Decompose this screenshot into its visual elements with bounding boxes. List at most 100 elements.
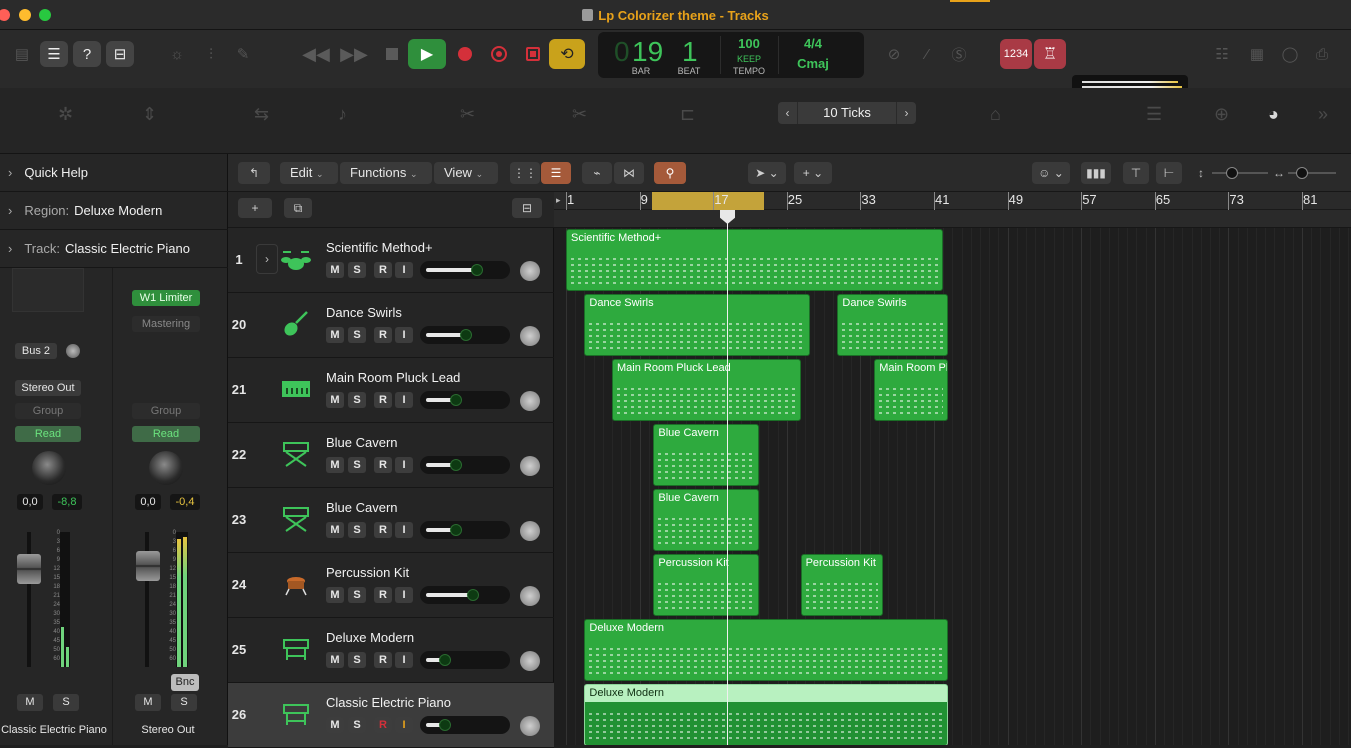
view-menu[interactable]: View ⌄ xyxy=(434,162,498,184)
volume-slider[interactable] xyxy=(420,261,510,279)
lcd-key[interactable]: Cmaj xyxy=(788,56,838,71)
notepad-icon[interactable]: ▦ xyxy=(1243,41,1271,67)
strip1-group[interactable]: Group xyxy=(15,403,81,419)
metronome-icon[interactable]: ♖ xyxy=(1034,39,1066,69)
strip1-pan-knob[interactable] xyxy=(32,451,66,485)
record-enable-button[interactable]: R xyxy=(374,457,392,473)
quick-help-row[interactable]: › Quick Help xyxy=(0,154,228,192)
midi-region[interactable]: Percussion Kit xyxy=(800,554,884,616)
electric-piano-icon[interactable] xyxy=(280,699,312,729)
track-name[interactable]: Scientific Method+ xyxy=(326,240,433,255)
input-monitor-button[interactable]: I xyxy=(395,717,413,733)
track-name[interactable]: Percussion Kit xyxy=(326,565,409,580)
region-row[interactable]: › Region: Deluxe Modern xyxy=(0,192,228,230)
functions-menu[interactable]: Functions ⌄ xyxy=(340,162,432,184)
solo-button[interactable]: S xyxy=(348,457,366,473)
strip1-fader[interactable] xyxy=(17,554,41,584)
track-header-row[interactable]: 26 Classic Electric Piano M S R I xyxy=(228,683,554,748)
input-monitor-button[interactable]: I xyxy=(395,392,413,408)
grid-icon[interactable]: ☰ xyxy=(1146,104,1162,125)
pan-knob[interactable] xyxy=(520,716,540,736)
solo-button[interactable]: S xyxy=(348,327,366,343)
keyboard-stand-icon[interactable] xyxy=(280,439,312,469)
strip1-solo-button[interactable]: S xyxy=(53,694,79,711)
pan-knob[interactable] xyxy=(520,586,540,606)
track-name[interactable]: Main Room Pluck Lead xyxy=(326,370,460,385)
track-name[interactable]: Deluxe Modern xyxy=(326,630,414,645)
track-stack-disclosure-icon[interactable]: › xyxy=(256,244,278,274)
track-header-row[interactable]: 22 Blue Cavern M S R I xyxy=(228,423,554,488)
midi-region[interactable]: Main Room Pl xyxy=(874,359,948,421)
volume-slider[interactable] xyxy=(420,521,510,539)
record-enable-button[interactable]: R xyxy=(374,522,392,538)
volume-slider[interactable] xyxy=(420,716,510,734)
eq-thumbnail[interactable] xyxy=(12,268,84,312)
input-monitor-button[interactable]: I xyxy=(395,652,413,668)
horizontal-fit-icon[interactable]: ⊢ xyxy=(1156,162,1182,184)
track-name[interactable]: Classic Electric Piano xyxy=(326,695,451,710)
snap-selector[interactable]: ‹ 10 Ticks › xyxy=(778,102,916,124)
strip2-mastering-slot[interactable]: Mastering xyxy=(132,316,200,332)
strip2-pan-knob[interactable] xyxy=(149,451,183,485)
fast-forward-icon[interactable]: ▶▶ xyxy=(340,41,368,67)
snap-cross-icon[interactable]: ⚲ xyxy=(654,162,686,184)
library-icon[interactable]: ▤ xyxy=(8,41,36,67)
punch-button[interactable] xyxy=(519,41,547,67)
cycle-button[interactable]: ⟲ xyxy=(549,39,585,69)
arrange-area[interactable]: ▸ 1 9 17 25 33 41 49 57 65 73 81 Scientific Method… xyxy=(554,192,1351,745)
midi-region[interactable]: Percussion Kit xyxy=(653,554,760,616)
edit-menu[interactable]: Edit ⌄ xyxy=(280,162,338,184)
track-header-row[interactable]: 1 › Scientific Method+ M S R I xyxy=(228,228,554,293)
duplicate-track-icon[interactable]: ⧉ xyxy=(284,198,312,218)
volume-slider[interactable] xyxy=(420,456,510,474)
record-enable-button[interactable]: R xyxy=(374,717,392,733)
input-monitor-button[interactable]: I xyxy=(395,522,413,538)
pan-knob[interactable] xyxy=(520,261,540,281)
volume-slider[interactable] xyxy=(420,326,510,344)
track-name[interactable]: Blue Cavern xyxy=(326,435,398,450)
track-name[interactable]: Dance Swirls xyxy=(326,305,402,320)
midi-region[interactable]: Deluxe Modern xyxy=(584,684,948,745)
strip2-group[interactable]: Group xyxy=(132,403,200,419)
zoom-icon[interactable]: ⊕ xyxy=(1214,104,1229,125)
guitar-icon[interactable] xyxy=(280,309,312,339)
input-monitor-button[interactable]: I xyxy=(395,457,413,473)
keyboard-stand-icon[interactable] xyxy=(280,504,312,534)
mute-button[interactable]: M xyxy=(326,652,344,668)
toolbar-toggle-icon[interactable]: ⊟ xyxy=(106,41,134,67)
browsers-icon[interactable]: ⎙ xyxy=(1308,41,1336,67)
bar-ruler[interactable]: ▸ 1 9 17 25 33 41 49 57 65 73 81 xyxy=(554,192,1351,228)
join-icon[interactable]: ⊏ xyxy=(680,104,695,125)
strip2-mute-button[interactable]: M xyxy=(135,694,161,711)
record-enable-button[interactable]: R xyxy=(374,262,392,278)
midi-region[interactable]: Blue Cavern xyxy=(653,424,760,486)
vertical-fit-icon[interactable]: ⊤ xyxy=(1123,162,1149,184)
strip1-automation-mode[interactable]: Read xyxy=(15,426,81,442)
inspector-toggle-icon[interactable]: ☰ xyxy=(40,41,68,67)
mixer-icon[interactable]: ⫶ xyxy=(197,41,225,67)
track-header-row[interactable]: 21 Main Room Pluck Lead M S R I xyxy=(228,358,554,423)
lcd-display[interactable]: 0 19 1 BAR BEAT 100 KEEP TEMPO 4/4 Cmaj xyxy=(598,32,864,78)
input-monitor-button[interactable]: I xyxy=(395,262,413,278)
strip2-solo-button[interactable]: S xyxy=(171,694,197,711)
volume-slider[interactable] xyxy=(420,651,510,669)
count-in-button[interactable]: 1234 xyxy=(1000,39,1032,69)
horizontal-zoom-slider[interactable] xyxy=(1288,167,1336,179)
strip2-plugin-slot[interactable]: W1 Limiter xyxy=(132,290,200,306)
solo-button[interactable]: S xyxy=(348,522,366,538)
replace-record-button[interactable] xyxy=(485,41,513,67)
quick-help-icon[interactable]: ? xyxy=(73,41,101,67)
pointer-tool-icon[interactable]: ➤ ⌄ xyxy=(748,162,786,184)
solo-button[interactable]: S xyxy=(348,652,366,668)
pan-knob[interactable] xyxy=(520,326,540,346)
solo-button[interactable]: S xyxy=(348,392,366,408)
solo-button[interactable]: S xyxy=(348,717,366,733)
mute-button[interactable]: M xyxy=(326,392,344,408)
split-icon[interactable]: ✂ xyxy=(460,104,475,125)
strip1-output[interactable]: Stereo Out xyxy=(15,380,81,396)
add-track-icon[interactable]: + xyxy=(238,198,272,218)
stop-button[interactable] xyxy=(378,41,406,67)
flex-icon[interactable]: ⌂ xyxy=(990,104,1001,125)
waveform-zoom-icon[interactable]: ▮▮▮ xyxy=(1081,162,1111,184)
list-view-icon[interactable]: ☰ xyxy=(541,162,571,184)
